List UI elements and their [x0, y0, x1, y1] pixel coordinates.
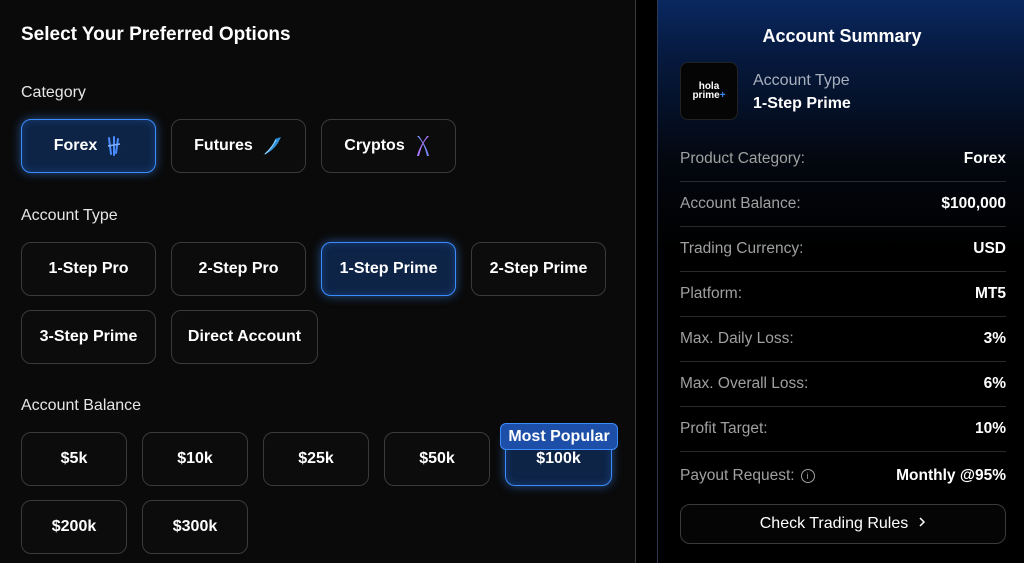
row-key: Profit Target: [680, 420, 768, 437]
account-type-2-step-prime[interactable]: 2-Step Prime [471, 242, 606, 296]
forex-icon [105, 135, 123, 157]
summary-row-platform: Platform: MT5 [680, 272, 1006, 317]
row-value: USD [973, 240, 1006, 257]
logo-text-prime: prime+ [692, 90, 726, 101]
account-type-label: Account Type [21, 207, 118, 224]
futures-icon [261, 135, 283, 157]
balance-300k-button[interactable]: $300k [142, 500, 248, 554]
summary-row-profit-target: Profit Target: 10% [680, 407, 1006, 452]
category-cryptos-button[interactable]: Cryptos [321, 119, 456, 173]
category-forex-button[interactable]: Forex [21, 119, 156, 173]
category-cryptos-label: Cryptos [344, 137, 405, 154]
account-type-3-step-prime[interactable]: 3-Step Prime [21, 310, 156, 364]
balance-50k-button[interactable]: $50k [384, 432, 490, 486]
row-key: Max. Overall Loss: [680, 375, 809, 392]
summary-account-type-label: Account Type [753, 72, 850, 89]
category-forex-label: Forex [53, 137, 98, 154]
summary-row-max-daily-loss: Max. Daily Loss: 3% [680, 317, 1006, 362]
account-type-2-step-pro[interactable]: 2-Step Pro [171, 242, 306, 296]
chevron-right-icon [918, 515, 926, 533]
row-value: 6% [983, 375, 1006, 392]
account-type-1-step-pro[interactable]: 1-Step Pro [21, 242, 156, 296]
most-popular-badge: Most Popular [500, 423, 618, 450]
row-value: Monthly @95% [896, 466, 1006, 484]
summary-row-payout-request: Payout Request: i Monthly @95% [680, 453, 1006, 498]
summary-row-account-balance: Account Balance: $100,000 [680, 182, 1006, 227]
account-type-direct-account[interactable]: Direct Account [171, 310, 318, 364]
summary-title: Account Summary [762, 26, 922, 46]
balance-5k-button[interactable]: $5k [21, 432, 127, 486]
row-key: Payout Request: i [680, 467, 815, 485]
row-value: MT5 [975, 285, 1006, 302]
options-title: Select Your Preferred Options [21, 24, 291, 45]
balance-200k-button[interactable]: $200k [21, 500, 127, 554]
row-value: 10% [974, 420, 1006, 437]
cryptos-icon [413, 134, 433, 158]
row-value: 3% [983, 330, 1006, 347]
category-futures-label: Futures [194, 137, 253, 154]
account-balance-label: Account Balance [21, 397, 142, 414]
row-key: Trading Currency: [680, 240, 804, 257]
row-key: Product Category: [680, 150, 805, 167]
summary-row-product-category: Product Category: Forex [680, 137, 1006, 182]
row-key: Platform: [680, 285, 743, 302]
summary-row-max-overall-loss: Max. Overall Loss: 6% [680, 362, 1006, 407]
info-icon[interactable]: i [800, 468, 815, 483]
account-type-1-step-prime[interactable]: 1-Step Prime [321, 242, 456, 296]
summary-account-type-value: 1-Step Prime [753, 95, 851, 112]
hola-prime-logo: hola prime+ [680, 62, 738, 120]
summary-row-trading-currency: Trading Currency: USD [680, 227, 1006, 272]
check-trading-rules-button[interactable]: Check Trading Rules [680, 504, 1006, 544]
balance-10k-button[interactable]: $10k [142, 432, 248, 486]
category-label: Category [21, 84, 86, 101]
row-value: $100,000 [941, 195, 1006, 212]
row-value: Forex [963, 150, 1006, 167]
check-trading-rules-label: Check Trading Rules [759, 515, 909, 532]
row-key: Account Balance: [680, 195, 801, 212]
category-futures-button[interactable]: Futures [171, 119, 306, 173]
balance-25k-button[interactable]: $25k [263, 432, 369, 486]
row-key: Max. Daily Loss: [680, 330, 794, 347]
